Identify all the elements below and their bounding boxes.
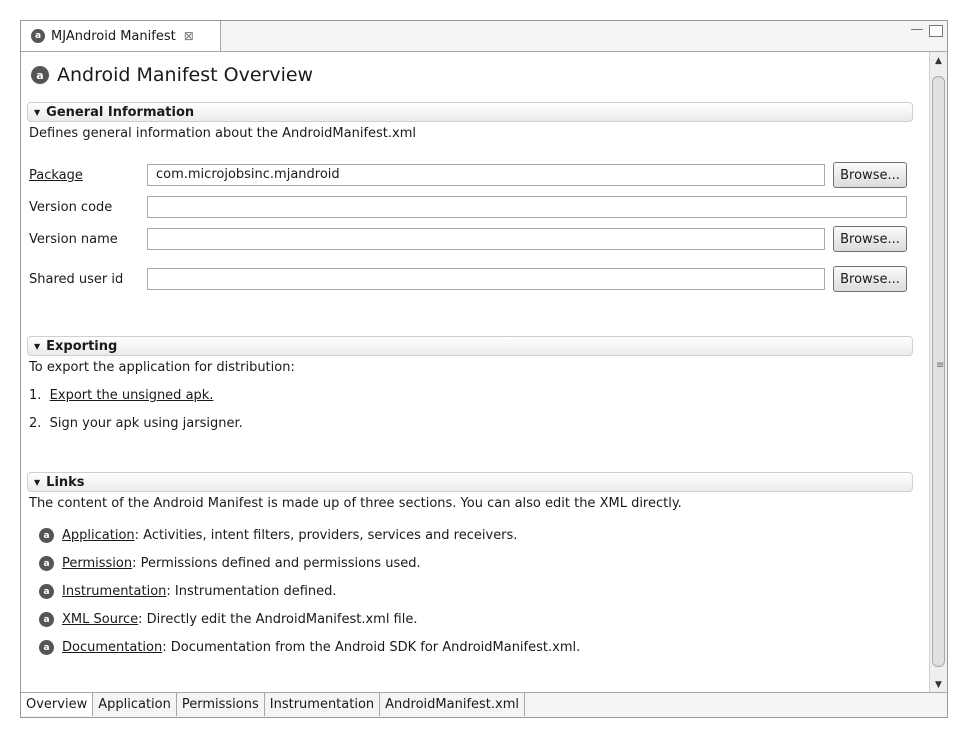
export-step-1: 1. Export the unsigned apk. (29, 388, 213, 403)
version-code-input[interactable] (147, 196, 907, 218)
instrumentation-link-desc: : Instrumentation defined. (166, 584, 337, 599)
window-controls (911, 25, 943, 37)
exporting-section: ▼ Exporting To export the application fo… (27, 336, 913, 431)
editor-tab-mjandroid-manifest[interactable]: a MJAndroid Manifest ⊠ (21, 21, 221, 51)
editor-tab-bar: a MJAndroid Manifest ⊠ (21, 21, 947, 52)
link-row-permission: a Permission: Permissions defined and pe… (39, 556, 421, 571)
editor-page-tabs: Overview Application Permissions Instrum… (21, 692, 947, 717)
version-name-row: Version name Browse... (29, 226, 907, 252)
exporting-header[interactable]: ▼ Exporting (27, 336, 913, 356)
android-icon: a (39, 640, 54, 655)
general-information-description: Defines general information about the An… (29, 126, 416, 141)
general-information-section: ▼ General Information Defines general in… (27, 102, 913, 292)
android-icon: a (39, 528, 54, 543)
shared-user-id-label: Shared user id (29, 271, 124, 287)
scroll-up-arrow-icon[interactable]: ▲ (930, 52, 947, 69)
manifest-editor: a MJAndroid Manifest ⊠ a Android Manifes… (20, 20, 948, 718)
shared-user-id-input[interactable] (147, 268, 825, 290)
tab-application[interactable]: Application (93, 693, 177, 716)
version-code-row: Version code (29, 196, 907, 218)
overview-content: a Android Manifest Overview ▼ General In… (21, 52, 929, 693)
android-icon: a (39, 612, 54, 627)
link-row-documentation: a Documentation: Documentation from the … (39, 640, 580, 655)
tab-permissions[interactable]: Permissions (176, 693, 265, 716)
maximize-button[interactable] (929, 25, 943, 37)
exporting-description: To export the application for distributi… (29, 360, 295, 375)
xml-source-link-desc: : Directly edit the AndroidManifest.xml … (138, 612, 418, 627)
xml-source-link[interactable]: XML Source (62, 612, 138, 627)
documentation-link-desc: : Documentation from the Android SDK for… (162, 640, 581, 655)
version-name-label: Version name (29, 231, 118, 247)
general-information-title: General Information (46, 104, 195, 120)
links-description: The content of the Android Manifest is m… (29, 496, 682, 511)
export-step-1-number: 1. (29, 388, 42, 403)
minimize-button[interactable] (911, 29, 923, 30)
editor-tab-label: MJAndroid Manifest (51, 28, 176, 44)
shared-user-id-row: Shared user id Browse... (29, 266, 907, 292)
android-icon: a (31, 29, 45, 43)
package-row: Package com.microjobsinc.mjandroid Brows… (29, 162, 907, 188)
tab-overview[interactable]: Overview (21, 693, 94, 716)
exporting-title: Exporting (46, 338, 118, 354)
version-code-label: Version code (29, 199, 113, 215)
version-name-input[interactable] (147, 228, 825, 250)
export-step-2-number: 2. (29, 416, 42, 431)
scrollbar-thumb[interactable]: ≡ (932, 76, 945, 667)
close-icon[interactable]: ⊠ (184, 29, 194, 43)
package-link[interactable]: Package (29, 168, 147, 183)
link-row-instrumentation: a Instrumentation: Instrumentation defin… (39, 584, 337, 599)
package-browse-button[interactable]: Browse... (833, 162, 907, 188)
collapse-icon: ▼ (34, 341, 41, 351)
instrumentation-link[interactable]: Instrumentation (62, 584, 166, 599)
application-link-desc: : Activities, intent filters, providers,… (134, 528, 518, 543)
vertical-scrollbar[interactable]: ▲ ≡ ▼ (929, 52, 947, 693)
collapse-icon: ▼ (34, 477, 41, 487)
link-row-application: a Application: Activities, intent filter… (39, 528, 517, 543)
links-title: Links (46, 474, 85, 490)
link-row-xml-source: a XML Source: Directly edit the AndroidM… (39, 612, 418, 627)
links-header[interactable]: ▼ Links (27, 472, 913, 492)
tab-androidmanifest-xml[interactable]: AndroidManifest.xml (380, 693, 525, 716)
export-step-2: 2. Sign your apk using jarsigner. (29, 416, 243, 431)
grip-icon: ≡ (936, 359, 945, 371)
package-input[interactable]: com.microjobsinc.mjandroid (147, 164, 825, 186)
tab-instrumentation[interactable]: Instrumentation (264, 693, 381, 716)
collapse-icon: ▼ (34, 107, 41, 117)
documentation-link[interactable]: Documentation (62, 640, 162, 655)
android-icon: a (39, 584, 54, 599)
permission-link-desc: : Permissions defined and permissions us… (132, 556, 421, 571)
general-information-header[interactable]: ▼ General Information (27, 102, 913, 122)
version-name-browse-button[interactable]: Browse... (833, 226, 907, 252)
export-step-2-text: Sign your apk using jarsigner. (49, 416, 243, 431)
links-section: ▼ Links The content of the Android Manif… (27, 472, 913, 655)
application-link[interactable]: Application (62, 528, 135, 543)
shared-user-id-browse-button[interactable]: Browse... (833, 266, 907, 292)
android-icon: a (39, 556, 54, 571)
permission-link[interactable]: Permission (62, 556, 132, 571)
export-unsigned-apk-link[interactable]: Export the unsigned apk. (50, 388, 214, 403)
android-icon: a (31, 66, 49, 84)
page-title-text: Android Manifest Overview (57, 64, 314, 86)
scroll-down-arrow-icon[interactable]: ▼ (930, 676, 947, 693)
page-title: a Android Manifest Overview (31, 64, 313, 86)
